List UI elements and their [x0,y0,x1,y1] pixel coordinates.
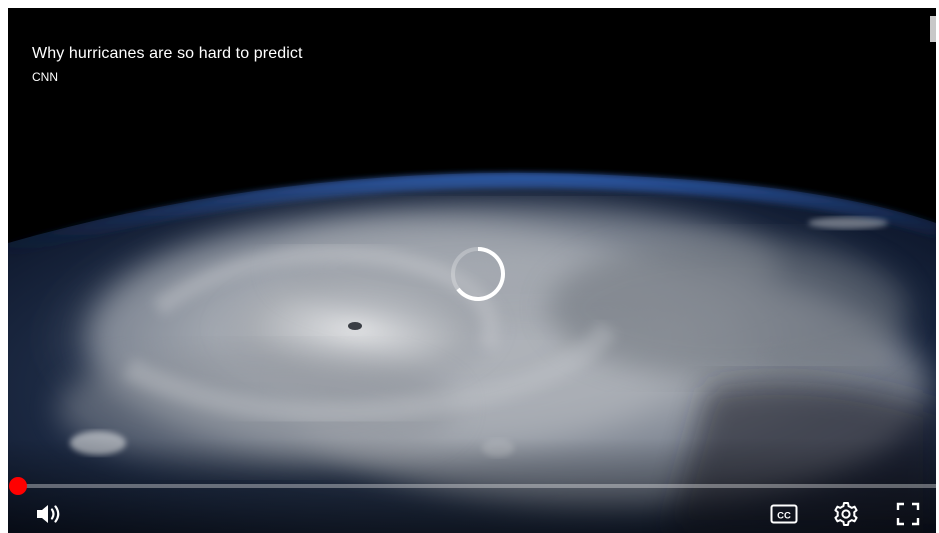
progress-scrubber[interactable] [9,477,27,495]
fullscreen-icon [896,502,920,526]
closed-captions-button[interactable]: CC [764,496,804,532]
video-player[interactable]: Why hurricanes are so hard to predict CN… [8,8,936,533]
control-bar: CC [8,496,936,533]
volume-button[interactable] [30,496,70,532]
gear-icon [834,502,858,526]
closed-captions-icon: CC [770,504,798,524]
video-title-overlay: Why hurricanes are so hard to predict CN… [32,44,303,84]
video-title[interactable]: Why hurricanes are so hard to predict [32,44,303,64]
fullscreen-button[interactable] [888,496,928,532]
volume-icon [37,505,60,523]
loading-spinner-icon [448,244,508,304]
channel-name[interactable]: CNN [32,70,303,84]
settings-button[interactable] [826,496,866,532]
progress-bar[interactable] [18,484,936,488]
cc-label: CC [777,510,791,521]
scrollbar-thumb[interactable] [930,16,936,42]
